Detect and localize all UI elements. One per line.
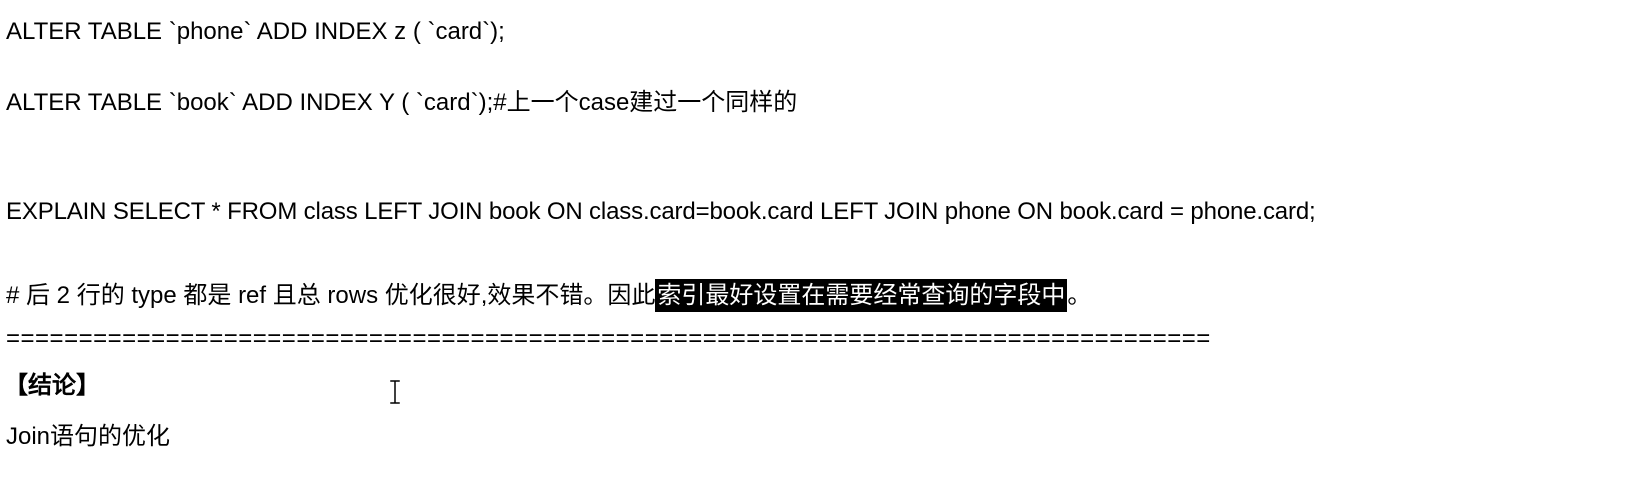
document-page: ALTER TABLE `phone` ADD INDEX z ( `card`… [0, 0, 1643, 491]
selected-text-highlight[interactable]: 索引最好设置在需要经常查询的字段中 [655, 279, 1068, 312]
separator-line: ========================================… [6, 325, 1211, 352]
comment-text: # 后 2 行的 type 都是 ref 且总 rows 优化很好,效果不错。因… [6, 282, 656, 309]
conclusion-item: Join语句的优化 [6, 423, 171, 450]
comment-end: 。 [1067, 282, 1092, 309]
sql-alter-book-line: ALTER TABLE `book` ADD INDEX Y ( `card`)… [6, 89, 798, 116]
sql-alter-phone-line: ALTER TABLE `phone` ADD INDEX z ( `card`… [6, 18, 505, 45]
text-cursor-icon [390, 380, 400, 404]
comment-line: # 后 2 行的 type 都是 ref 且总 rows 优化很好,效果不错。因… [6, 279, 1092, 312]
sql-explain-line: EXPLAIN SELECT * FROM class LEFT JOIN bo… [6, 198, 1316, 225]
conclusion-heading: 【结论】 [4, 372, 100, 399]
